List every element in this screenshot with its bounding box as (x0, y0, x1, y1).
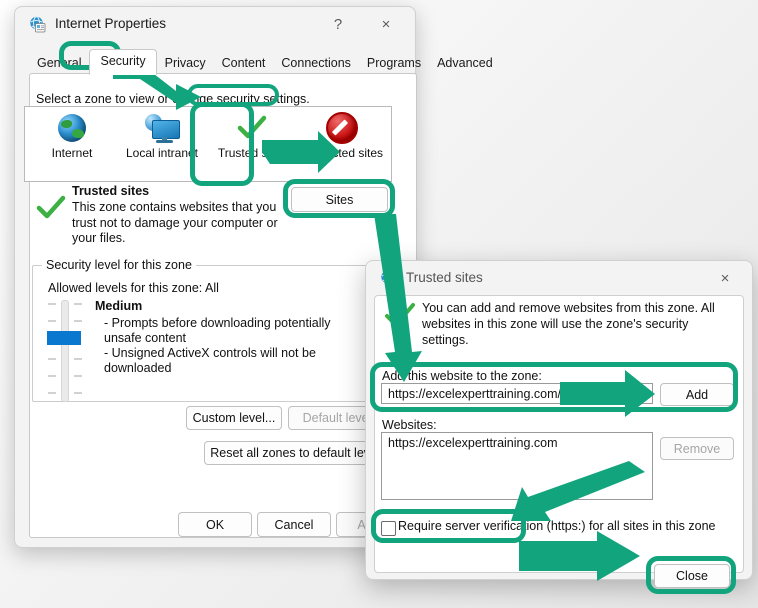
websites-listbox[interactable]: https://excelexperttraining.com (381, 432, 653, 500)
slider-tick (48, 303, 56, 305)
trusted-sites-title: Trusted sites (406, 270, 483, 285)
zone-description-body: This zone contains websites that you tru… (72, 200, 278, 245)
reset-all-zones-button[interactable]: Reset all zones to default level (204, 441, 386, 465)
security-level-group-title: Security level for this zone (42, 258, 196, 272)
security-level-bullet-2: - Unsigned ActiveX controls will not be … (104, 346, 316, 375)
no-entry-icon (299, 111, 385, 145)
slider-tick (48, 358, 56, 360)
tab-privacy[interactable]: Privacy (157, 52, 214, 75)
highlight-require-verification (371, 509, 526, 543)
zone-item-restricted-sites[interactable]: Restricted sites (299, 111, 385, 160)
slider-tick (48, 375, 56, 377)
internet-properties-icon (380, 270, 398, 288)
highlight-sites-button (283, 179, 395, 218)
main-titlebar: Internet Properties ? × (15, 7, 415, 43)
trusted-sites-info-text: You can add and remove websites from thi… (422, 301, 715, 347)
highlight-close-button (646, 556, 736, 594)
website-list-item[interactable]: https://excelexperttraining.com (382, 433, 652, 450)
tab-content[interactable]: Content (214, 52, 274, 75)
tab-strip: General Security Privacy Content Connections… (29, 49, 501, 75)
close-icon[interactable]: × (704, 261, 746, 295)
custom-level-button[interactable]: Custom level... (186, 406, 282, 430)
slider-tick (74, 375, 82, 377)
slider-tick (74, 303, 82, 305)
remove-button: Remove (660, 437, 734, 460)
globe-icon (29, 111, 115, 145)
help-button[interactable]: ? (317, 7, 359, 41)
highlight-add-website-row (370, 362, 738, 412)
zone-item-label: Restricted sites (300, 146, 384, 160)
slider-tick (74, 392, 82, 394)
slider-tick (48, 320, 56, 322)
main-window-title: Internet Properties (55, 16, 167, 31)
allowed-levels-text: Allowed levels for this zone: All (48, 281, 219, 295)
internet-properties-icon (29, 16, 47, 34)
trusted-sites-info-check-icon (384, 302, 416, 335)
slider-tick (74, 358, 82, 360)
tab-security[interactable]: Security (89, 49, 157, 75)
zone-description-check-icon (36, 195, 66, 226)
highlight-trusted-sites-zone (190, 102, 254, 186)
close-icon[interactable]: × (365, 7, 407, 41)
tab-connections[interactable]: Connections (273, 52, 359, 75)
trusted-sites-titlebar: Trusted sites × (366, 261, 752, 297)
websites-label: Websites: (382, 418, 437, 432)
zone-item-label: Internet (51, 146, 93, 160)
slider-tick (48, 392, 56, 394)
zone-description-heading: Trusted sites (72, 184, 150, 198)
slider-thumb[interactable] (47, 331, 81, 345)
ok-button[interactable]: OK (178, 512, 252, 537)
slider-track[interactable] (61, 300, 69, 402)
cancel-button[interactable]: Cancel (257, 512, 331, 537)
security-level-bullet-1: - Prompts before downloading potentially… (104, 316, 331, 345)
tab-programs[interactable]: Programs (359, 52, 429, 75)
security-level-name: Medium (95, 299, 143, 313)
zone-item-internet[interactable]: Internet (29, 111, 115, 160)
slider-tick (74, 320, 82, 322)
tab-advanced[interactable]: Advanced (429, 52, 501, 75)
